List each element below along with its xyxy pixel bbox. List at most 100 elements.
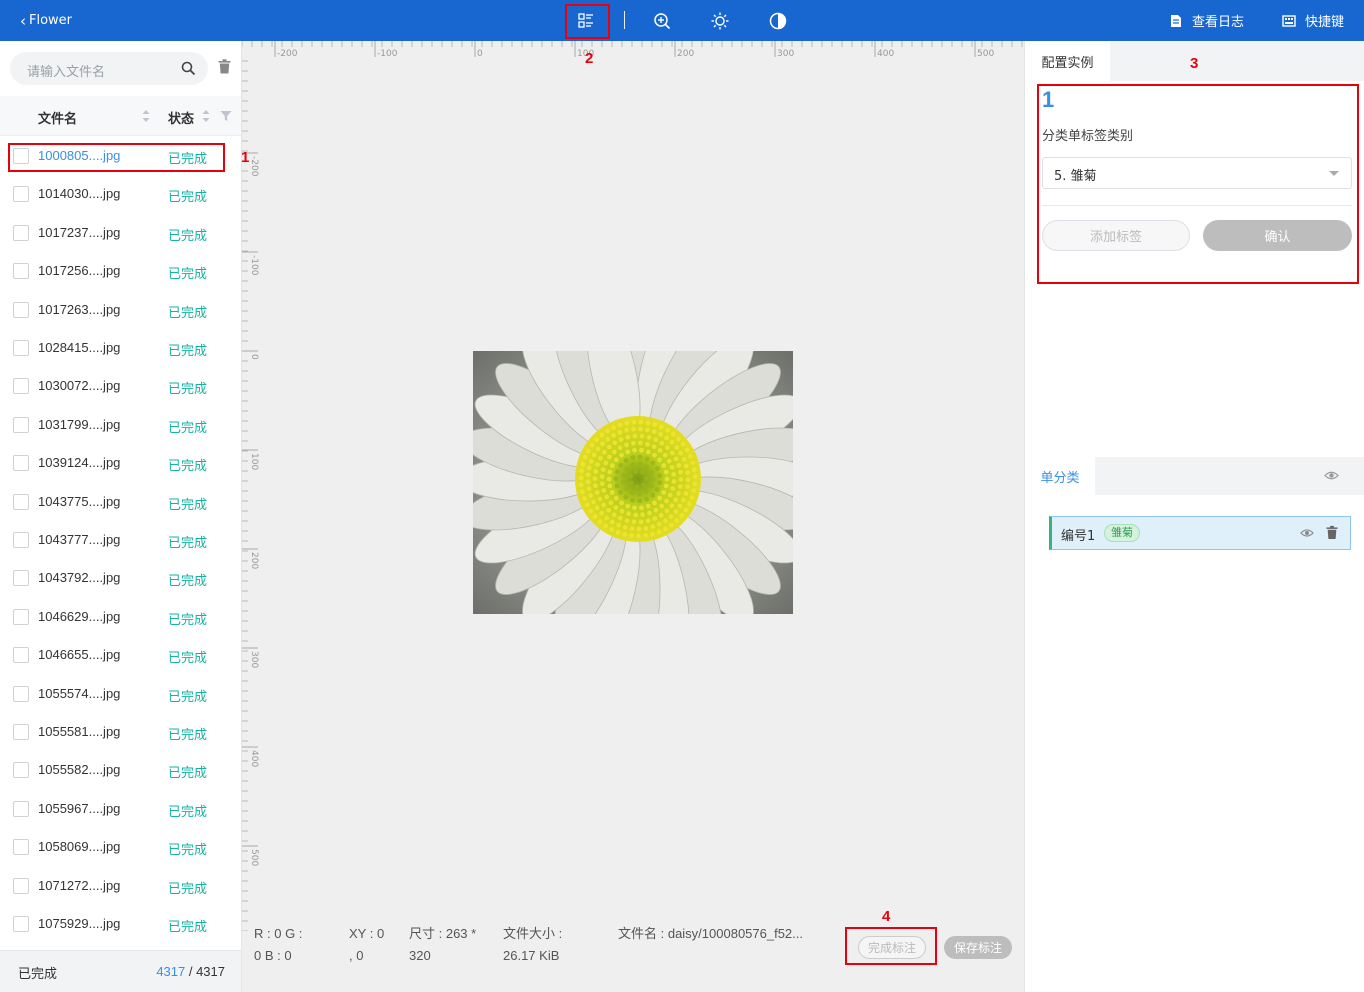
marker-1: 1 bbox=[241, 149, 250, 166]
ruler-tick-label: -200 bbox=[277, 49, 298, 59]
file-status: 已完成 bbox=[168, 536, 208, 551]
file-name[interactable]: 1043777....jpg bbox=[38, 532, 120, 547]
row-checkbox[interactable] bbox=[13, 570, 29, 587]
file-status: 已完成 bbox=[168, 190, 208, 206]
row-checkbox[interactable] bbox=[13, 263, 29, 280]
ruler-tick-label: 500 bbox=[977, 49, 994, 59]
brightness-button[interactable] bbox=[709, 10, 731, 32]
file-row[interactable]: 1039124....jpg 已完成 bbox=[0, 444, 241, 482]
search-input[interactable]: 请输入文件名 bbox=[27, 61, 105, 80]
file-row[interactable]: 1043777....jpg 已完成 bbox=[0, 521, 241, 559]
file-row[interactable]: 1071272....jpg 已完成 bbox=[0, 867, 241, 905]
filter-icon[interactable] bbox=[220, 110, 232, 122]
row-checkbox[interactable] bbox=[13, 800, 29, 817]
file-name[interactable]: 1055967....jpg bbox=[38, 801, 120, 816]
flower-image[interactable] bbox=[473, 351, 793, 614]
row-checkbox[interactable] bbox=[13, 685, 29, 702]
ruler-tick-label: 300 bbox=[249, 651, 259, 668]
zoom-in-button[interactable] bbox=[651, 10, 673, 32]
save-annotation-button[interactable]: 保存标注 bbox=[944, 936, 1012, 959]
back-button[interactable]: ‹ Flower bbox=[20, 0, 72, 41]
file-name[interactable]: 1075929....jpg bbox=[38, 916, 120, 931]
file-row[interactable]: 1043775....jpg 已完成 bbox=[0, 483, 241, 521]
file-row[interactable]: 1043792....jpg 已完成 bbox=[0, 559, 241, 597]
row-checkbox[interactable] bbox=[13, 224, 29, 241]
file-row[interactable]: 1031799....jpg 已完成 bbox=[0, 406, 241, 444]
sort-icon[interactable] bbox=[142, 109, 150, 123]
progress-footer: 已完成 4317 / 4317 bbox=[0, 950, 241, 992]
row-checkbox[interactable] bbox=[13, 301, 29, 318]
xy-line1: XY : 0 bbox=[349, 926, 385, 941]
search-box[interactable]: 请输入文件名 bbox=[10, 52, 208, 85]
file-status: 已完成 bbox=[168, 689, 208, 705]
file-name[interactable]: 1043792....jpg bbox=[38, 570, 120, 585]
ruler-tick-label: 200 bbox=[249, 552, 259, 569]
file-row[interactable]: 1017263....jpg 已完成 bbox=[0, 291, 241, 329]
eye-icon[interactable] bbox=[1300, 526, 1314, 540]
highlight-box-3 bbox=[1037, 84, 1359, 284]
file-row[interactable]: 1017256....jpg 已完成 bbox=[0, 252, 241, 290]
sort-icon[interactable] bbox=[202, 109, 210, 123]
trash-icon[interactable] bbox=[218, 59, 231, 74]
file-row[interactable]: 1028415....jpg 已完成 bbox=[0, 329, 241, 367]
file-row[interactable]: 1055574....jpg 已完成 bbox=[0, 675, 241, 713]
file-name[interactable]: 1017256....jpg bbox=[38, 263, 120, 278]
file-name[interactable]: 1071272....jpg bbox=[38, 878, 120, 893]
row-checkbox[interactable] bbox=[13, 493, 29, 510]
file-name[interactable]: 1046629....jpg bbox=[38, 609, 120, 624]
file-name[interactable]: 1031799....jpg bbox=[38, 417, 120, 432]
file-name[interactable]: 1046655....jpg bbox=[38, 647, 120, 662]
row-checkbox[interactable] bbox=[13, 762, 29, 779]
search-icon[interactable] bbox=[181, 61, 196, 76]
row-checkbox[interactable] bbox=[13, 647, 29, 664]
file-row[interactable]: 1055967....jpg 已完成 bbox=[0, 790, 241, 828]
file-row[interactable]: 1017237....jpg 已完成 bbox=[0, 214, 241, 252]
annotation-canvas[interactable]: -200 -100 0 100 200 300 400 500 -200 -100 0 100 200… bbox=[242, 41, 1024, 992]
row-checkbox[interactable] bbox=[13, 416, 29, 433]
marker-3: 3 bbox=[1190, 55, 1199, 72]
file-name[interactable]: 1017237....jpg bbox=[38, 225, 120, 240]
trash-icon[interactable] bbox=[1326, 525, 1338, 540]
row-checkbox[interactable] bbox=[13, 186, 29, 203]
zoom-in-icon bbox=[654, 13, 671, 30]
ruler-tick-label: 400 bbox=[877, 49, 894, 59]
file-row[interactable]: 1075929....jpg 已完成 bbox=[0, 905, 241, 943]
annotation-item[interactable]: 编号1 雏菊 bbox=[1049, 516, 1351, 550]
file-row[interactable]: 1046629....jpg 已完成 bbox=[0, 598, 241, 636]
vertical-ruler: -200 -100 0 100 200 300 400 500 bbox=[242, 60, 259, 931]
file-row[interactable]: 1055582....jpg 已完成 bbox=[0, 751, 241, 789]
row-checkbox[interactable] bbox=[13, 916, 29, 932]
file-row[interactable]: 1030072....jpg 已完成 bbox=[0, 367, 241, 405]
file-row[interactable]: 1058069....jpg 已完成 bbox=[0, 828, 241, 866]
file-row[interactable]: 1046655....jpg 已完成 bbox=[0, 636, 241, 674]
file-name[interactable]: 1039124....jpg bbox=[38, 455, 120, 470]
tab-config-instance[interactable]: 配置实例 bbox=[1025, 41, 1110, 81]
row-checkbox[interactable] bbox=[13, 378, 29, 395]
file-row[interactable]: 1055581....jpg 已完成 bbox=[0, 713, 241, 751]
file-name[interactable]: 1058069....jpg bbox=[38, 839, 120, 854]
file-name[interactable]: 1055582....jpg bbox=[38, 762, 120, 777]
file-name[interactable]: 1043775....jpg bbox=[38, 494, 120, 509]
row-checkbox[interactable] bbox=[13, 455, 29, 472]
shortcut-button[interactable]: 快捷键 bbox=[1282, 0, 1344, 41]
file-name[interactable]: 1055574....jpg bbox=[38, 686, 120, 701]
ruler-tick-label: 0 bbox=[477, 49, 483, 59]
marker-4: 4 bbox=[882, 908, 891, 925]
file-name[interactable]: 1055581....jpg bbox=[38, 724, 120, 739]
file-name[interactable]: 1030072....jpg bbox=[38, 378, 120, 393]
contrast-button[interactable] bbox=[767, 10, 789, 32]
row-checkbox[interactable] bbox=[13, 340, 29, 356]
view-log-button[interactable]: 查看日志 bbox=[1169, 0, 1244, 41]
file-row[interactable]: 1014030....jpg 已完成 bbox=[0, 175, 241, 213]
tab-single-class[interactable]: 单分类 bbox=[1025, 457, 1095, 495]
file-status: 已完成 bbox=[168, 305, 208, 321]
file-name[interactable]: 1014030....jpg bbox=[38, 186, 120, 201]
file-name[interactable]: 1017263....jpg bbox=[38, 302, 120, 317]
row-checkbox[interactable] bbox=[13, 608, 29, 625]
row-checkbox[interactable] bbox=[13, 724, 29, 740]
eye-icon[interactable] bbox=[1324, 468, 1339, 483]
file-name[interactable]: 1028415....jpg bbox=[38, 340, 120, 355]
row-checkbox[interactable] bbox=[13, 877, 29, 894]
row-checkbox[interactable] bbox=[13, 839, 29, 856]
row-checkbox[interactable] bbox=[13, 532, 29, 548]
